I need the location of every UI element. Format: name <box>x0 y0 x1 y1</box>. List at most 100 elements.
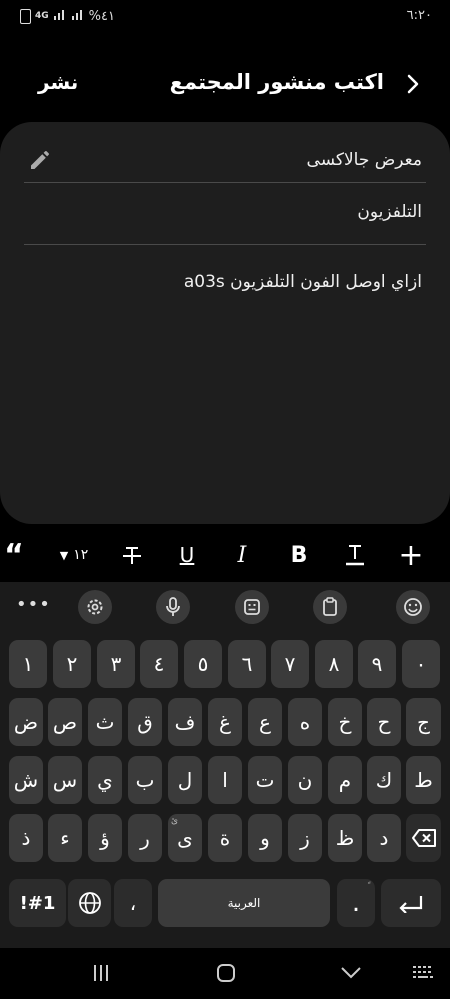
sticker-button[interactable] <box>235 590 269 624</box>
battery-icon <box>20 8 31 24</box>
post-title-input[interactable]: التلفزيون <box>24 184 426 245</box>
enter-icon <box>399 896 423 913</box>
key-ta-marbuta[interactable]: ة <box>208 814 242 862</box>
key-6[interactable]: ٦ <box>228 640 266 688</box>
status-icons: 4G %٤١ <box>20 8 115 24</box>
globe-icon <box>78 892 101 914</box>
key-tah[interactable]: ط <box>406 756 441 804</box>
key-kha[interactable]: خ <box>328 698 362 746</box>
key-kaf[interactable]: ك <box>367 756 401 804</box>
microphone-icon <box>166 597 180 616</box>
key-ha[interactable]: ه <box>288 698 322 746</box>
key-hha[interactable]: ح <box>367 698 401 746</box>
voice-input-button[interactable] <box>156 590 190 624</box>
text-color-button[interactable] <box>340 538 370 572</box>
category-value: معرض جالاكسى <box>306 150 422 170</box>
app-header: اكتب منشور المجتمع نشر <box>0 58 450 114</box>
add-button[interactable]: + <box>396 538 426 573</box>
keyboard-switch-button[interactable] <box>408 960 438 986</box>
more-options-button[interactable]: ••• <box>16 594 51 615</box>
publish-button[interactable]: نشر <box>38 70 78 94</box>
key-ba[interactable]: ب <box>128 756 162 804</box>
category-field[interactable]: معرض جالاكسى <box>24 140 426 183</box>
chevron-right-icon <box>407 74 419 94</box>
period-label: . <box>351 888 361 918</box>
space-key[interactable]: العربية <box>158 879 330 927</box>
status-bar: 4G %٤١ ٦:٢٠ <box>0 0 450 34</box>
keyboard-toolbar: ••• <box>0 582 450 630</box>
key-waw-hamza[interactable]: ؤ <box>88 814 122 862</box>
underline-button[interactable]: U <box>172 538 202 572</box>
period-key[interactable]: . ً <box>337 879 375 927</box>
backspace-key[interactable] <box>406 814 441 862</box>
clipboard-icon <box>323 597 337 616</box>
key-zah[interactable]: ظ <box>328 814 362 862</box>
sticker-icon <box>244 599 260 615</box>
key-3[interactable]: ٣ <box>97 640 135 688</box>
quote-button[interactable]: “ <box>2 538 26 573</box>
key-sad[interactable]: ص <box>48 698 82 746</box>
enter-key[interactable] <box>381 879 441 927</box>
hide-keyboard-button[interactable] <box>336 960 366 986</box>
key-lam[interactable]: ل <box>168 756 202 804</box>
settings-button[interactable] <box>78 590 112 624</box>
key-alef-maksura[interactable]: ى ئ <box>168 814 202 862</box>
page-title: اكتب منشور المجتمع <box>169 70 384 94</box>
strikethrough-icon <box>123 547 141 564</box>
key-hint-ya-hamza: ئ <box>170 816 178 826</box>
key-1[interactable]: ١ <box>9 640 47 688</box>
key-ra[interactable]: ر <box>128 814 162 862</box>
key-noon[interactable]: ن <box>288 756 322 804</box>
key-5[interactable]: ٥ <box>184 640 222 688</box>
pencil-icon[interactable] <box>28 148 52 172</box>
key-zay[interactable]: ز <box>288 814 322 862</box>
key-alef-maksura-label: ى <box>177 826 193 850</box>
post-body-value: ازاي اوصل الفون التلفزيون a03s <box>183 272 422 292</box>
format-toolbar: “ ▼ ١٢ U I B + <box>0 528 450 582</box>
key-seen[interactable]: س <box>48 756 82 804</box>
key-qaf[interactable]: ق <box>128 698 162 746</box>
key-dal[interactable]: د <box>367 814 401 862</box>
key-ghain[interactable]: غ <box>208 698 242 746</box>
italic-button[interactable]: I <box>227 538 257 572</box>
recent-apps-button[interactable] <box>86 960 116 986</box>
key-sheen[interactable]: ش <box>9 756 43 804</box>
bold-button[interactable]: B <box>284 538 314 572</box>
language-key[interactable] <box>68 879 111 927</box>
key-fa[interactable]: ف <box>168 698 202 746</box>
key-meem[interactable]: م <box>328 756 362 804</box>
key-9[interactable]: ٩ <box>358 640 396 688</box>
back-button[interactable] <box>398 68 428 100</box>
chevron-down-icon <box>341 967 361 979</box>
post-body-input[interactable]: ازاي اوصل الفون التلفزيون a03s <box>24 272 426 302</box>
key-hamza[interactable]: ء <box>48 814 82 862</box>
post-title-value: التلفزيون <box>357 202 422 222</box>
comma-key[interactable]: ، <box>114 879 152 927</box>
strikethrough-button[interactable] <box>117 538 147 572</box>
font-size-value: ١٢ <box>73 547 89 563</box>
post-editor-card: معرض جالاكسى التلفزيون ازاي اوصل الفون ا… <box>0 122 450 524</box>
key-2[interactable]: ٢ <box>53 640 91 688</box>
key-dad[interactable]: ض <box>9 698 43 746</box>
key-alef[interactable]: ا <box>208 756 242 804</box>
key-8[interactable]: ٨ <box>315 640 353 688</box>
symbols-key[interactable]: !#1 <box>9 879 66 927</box>
key-jeem[interactable]: ج <box>406 698 441 746</box>
key-tha[interactable]: ث <box>88 698 122 746</box>
key-ain[interactable]: ع <box>248 698 282 746</box>
network-label: 4G <box>35 11 49 21</box>
key-thal[interactable]: ذ <box>9 814 43 862</box>
key-7[interactable]: ٧ <box>271 640 309 688</box>
recent-apps-icon <box>94 965 108 981</box>
key-ta[interactable]: ت <box>248 756 282 804</box>
keyboard: ••• ١ ٢ ٣ ٤ ٥ ٦ ٧ ٨ ٩ ٠ ض ص ث ق ف غ ع ه … <box>0 582 450 948</box>
font-size-selector[interactable]: ▼ ١٢ <box>54 538 94 572</box>
key-4[interactable]: ٤ <box>140 640 178 688</box>
key-waw[interactable]: و <box>248 814 282 862</box>
gear-icon <box>87 599 103 615</box>
key-ya[interactable]: ي <box>88 756 122 804</box>
clipboard-button[interactable] <box>313 590 347 624</box>
home-button[interactable] <box>211 960 241 986</box>
key-0[interactable]: ٠ <box>402 640 440 688</box>
emoji-button[interactable] <box>396 590 430 624</box>
